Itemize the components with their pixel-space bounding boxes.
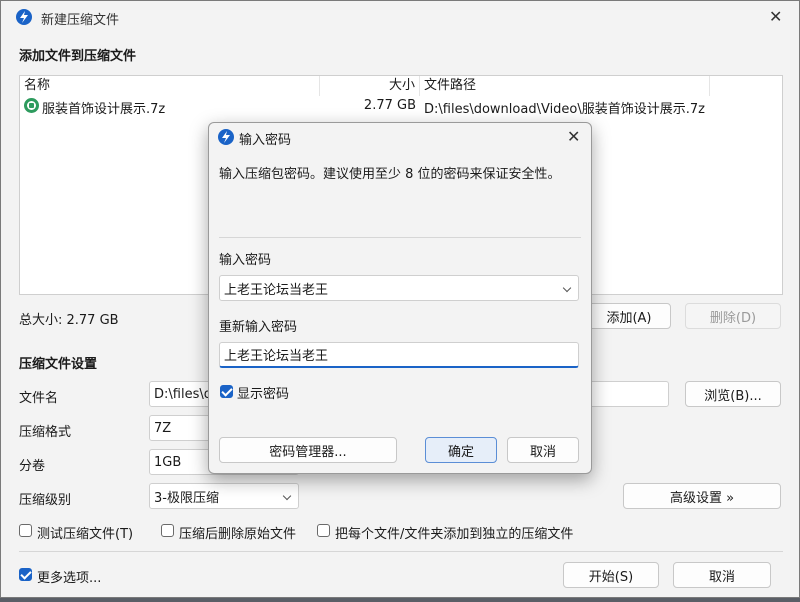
password-dialog: 输入密码 ✕ 输入压缩包密码。建议使用至少 8 位的密码来保证安全性。 输入密码… [208,122,592,474]
browse-button[interactable]: 浏览(B)... [685,381,781,407]
reenter-password-input[interactable]: 上老王论坛当老王 [219,342,579,368]
test-archive-checkbox[interactable] [19,524,32,537]
dialog-description: 输入压缩包密码。建议使用至少 8 位的密码来保证安全性。 [219,167,561,182]
title-bar: 新建压缩文件 ✕ [1,1,799,33]
more-options-checkbox[interactable] [19,568,32,581]
test-archive-label[interactable]: 测试压缩文件(T) [37,523,133,542]
password-value: 上老王论坛当老王 [224,282,329,298]
settings-heading: 压缩文件设置 [19,357,98,372]
table-row[interactable]: 服装首饰设计展示.7z 2.77 GB D:\files\download\Vi… [20,96,782,117]
level-label: 压缩级别 [19,493,72,508]
total-size: 总大小: 2.77 GB [19,313,119,328]
show-password-label[interactable]: 显示密码 [237,383,289,402]
start-button[interactable]: 开始(S) [563,562,659,588]
column-path[interactable]: 文件路径 [420,76,710,96]
column-name[interactable]: 名称 [20,76,320,96]
more-options-label[interactable]: 更多选项... [37,567,101,586]
delete-after-checkbox[interactable] [161,524,174,537]
show-password-checkbox[interactable] [220,385,233,398]
file-path: D:\files\download\Video\服装首饰设计展示.7z [424,102,705,117]
reenter-password-label: 重新输入密码 [219,320,298,335]
password-manager-button[interactable]: 密码管理器... [219,437,397,463]
window-title: 新建压缩文件 [41,13,120,28]
file-name: 服装首饰设计展示.7z [42,102,166,117]
level-value: 3-极限压缩 [154,490,219,506]
app-logo-icon [218,129,234,145]
archive-file-icon [24,98,39,113]
password-input[interactable]: 上老王论坛当老王 [219,275,579,301]
separate-archives-checkbox[interactable] [317,524,330,537]
dialog-divider [219,237,581,238]
window-close-icon[interactable]: ✕ [769,9,782,25]
password-label: 输入密码 [219,253,272,268]
dialog-close-icon[interactable]: ✕ [567,129,580,145]
format-value: 7Z [154,420,172,436]
delete-button[interactable]: 删除(D) [685,303,781,329]
level-select[interactable]: 3-极限压缩 [149,483,299,509]
separate-archives-label[interactable]: 把每个文件/文件夹添加到独立的压缩文件 [335,523,573,542]
dialog-title: 输入密码 [239,133,292,148]
column-size[interactable]: 大小 [320,76,420,96]
delete-after-label[interactable]: 压缩后删除原始文件 [179,523,296,542]
volume-value: 1GB [154,454,182,470]
chevron-down-icon[interactable] [562,283,572,293]
footer-divider [19,551,783,552]
file-size: 2.77 GB [363,98,416,113]
advanced-settings-button[interactable]: 高级设置 » [623,483,781,509]
volume-label: 分卷 [19,459,46,474]
chevron-down-icon [282,491,292,501]
add-files-heading: 添加文件到压缩文件 [19,49,137,64]
add-button[interactable]: 添加(A) [587,303,671,329]
format-label: 压缩格式 [19,425,72,440]
dialog-cancel-button[interactable]: 取消 [507,437,579,463]
filename-label: 文件名 [19,391,59,406]
cancel-button[interactable]: 取消 [673,562,771,588]
app-logo-icon [16,9,32,25]
ok-button[interactable]: 确定 [425,437,497,463]
